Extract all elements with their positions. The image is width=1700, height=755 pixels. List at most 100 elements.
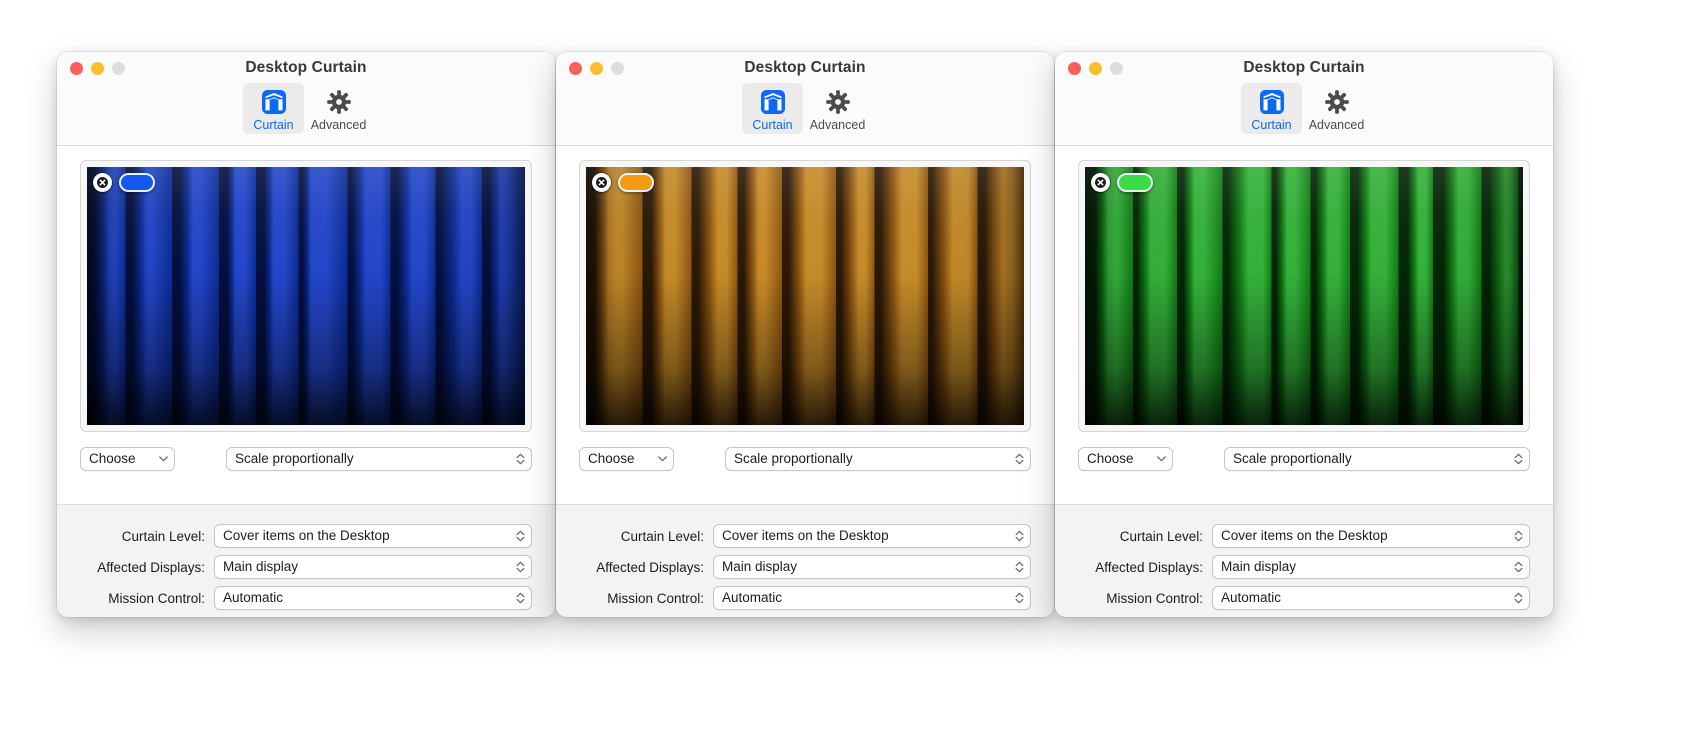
curtain-icon bbox=[1241, 87, 1302, 117]
curtain-pane: Choose Scale proportionally bbox=[1055, 146, 1553, 504]
choose-image-label: Choose bbox=[89, 451, 136, 466]
window-orange[interactable]: Desktop Curtain Curtain Advanced Choose … bbox=[556, 52, 1054, 617]
curtain-level-select[interactable]: Cover items on the Desktop bbox=[214, 524, 532, 548]
curtain-level-value: Cover items on the Desktop bbox=[1221, 528, 1388, 543]
curtain-level-row: Curtain Level: Cover items on the Deskto… bbox=[1078, 524, 1530, 548]
curtain-side-shading bbox=[586, 167, 1024, 425]
curtain-overlay-controls bbox=[592, 173, 654, 192]
choose-image-label: Choose bbox=[588, 451, 635, 466]
curtain-preview-well bbox=[80, 160, 532, 432]
tab-curtain-label: Curtain bbox=[752, 118, 793, 132]
affected-displays-select[interactable]: Main display bbox=[713, 555, 1031, 579]
affected-displays-label: Affected Displays: bbox=[596, 559, 704, 575]
affected-displays-select[interactable]: Main display bbox=[214, 555, 532, 579]
curtain-icon bbox=[243, 87, 304, 117]
mission-control-value: Automatic bbox=[1221, 590, 1282, 605]
scale-mode-select[interactable]: Scale proportionally bbox=[1224, 447, 1530, 471]
close-x-icon[interactable] bbox=[93, 173, 112, 192]
curtain-preview-well bbox=[1078, 160, 1530, 432]
curtain-level-value: Cover items on the Desktop bbox=[722, 528, 889, 543]
stepper-updown-icon bbox=[1012, 525, 1026, 547]
affected-displays-value: Main display bbox=[722, 559, 798, 574]
choose-image-button[interactable]: Choose bbox=[80, 447, 175, 471]
scale-mode-value: Scale proportionally bbox=[235, 451, 354, 466]
curtain-level-row: Curtain Level: Cover items on the Deskto… bbox=[579, 524, 1031, 548]
mission-control-label: Mission Control: bbox=[1106, 590, 1203, 606]
image-controls-row: Choose Scale proportionally bbox=[579, 447, 1031, 471]
toolbar: Curtain Advanced bbox=[57, 83, 555, 134]
curtain-color-swatch[interactable] bbox=[1117, 173, 1153, 192]
curtain-preview-well bbox=[579, 160, 1031, 432]
titlebar: Desktop Curtain Curtain Advanced bbox=[57, 52, 555, 146]
window-green[interactable]: Desktop Curtain Curtain Advanced Choose … bbox=[1055, 52, 1553, 617]
choose-image-button[interactable]: Choose bbox=[579, 447, 674, 471]
mission-control-row: Mission Control: Automatic bbox=[579, 586, 1031, 610]
tab-curtain[interactable]: Curtain bbox=[1241, 83, 1302, 134]
affected-displays-value: Main display bbox=[223, 559, 299, 574]
window-blue[interactable]: Desktop Curtain Curtain Advanced Choose … bbox=[57, 52, 555, 617]
curtain-side-shading bbox=[87, 167, 525, 425]
affected-displays-row: Affected Displays: Main display bbox=[80, 555, 532, 579]
curtain-level-row: Curtain Level: Cover items on the Deskto… bbox=[80, 524, 532, 548]
tab-advanced[interactable]: Advanced bbox=[308, 83, 369, 134]
gear-icon bbox=[1306, 87, 1367, 117]
mission-control-row: Mission Control: Automatic bbox=[1078, 586, 1530, 610]
curtain-preview-blue[interactable] bbox=[87, 167, 525, 425]
choose-image-button[interactable]: Choose bbox=[1078, 447, 1173, 471]
scale-mode-value: Scale proportionally bbox=[734, 451, 853, 466]
tab-advanced[interactable]: Advanced bbox=[807, 83, 868, 134]
scale-mode-select[interactable]: Scale proportionally bbox=[725, 447, 1031, 471]
tab-curtain[interactable]: Curtain bbox=[742, 83, 803, 134]
tab-curtain-label: Curtain bbox=[253, 118, 294, 132]
affected-displays-row: Affected Displays: Main display bbox=[579, 555, 1031, 579]
toolbar: Curtain Advanced bbox=[1055, 83, 1553, 134]
close-x-icon[interactable] bbox=[1091, 173, 1110, 192]
mission-control-select[interactable]: Automatic bbox=[214, 586, 532, 610]
mission-control-select[interactable]: Automatic bbox=[1212, 586, 1530, 610]
tab-advanced[interactable]: Advanced bbox=[1306, 83, 1367, 134]
curtain-level-label: Curtain Level: bbox=[1119, 528, 1203, 544]
scale-mode-select[interactable]: Scale proportionally bbox=[226, 447, 532, 471]
stepper-updown-icon bbox=[1511, 556, 1525, 578]
mission-control-label: Mission Control: bbox=[607, 590, 704, 606]
affected-displays-label: Affected Displays: bbox=[1095, 559, 1203, 575]
curtain-level-label: Curtain Level: bbox=[620, 528, 704, 544]
affected-displays-label: Affected Displays: bbox=[97, 559, 205, 575]
chevron-down-icon bbox=[1154, 448, 1168, 470]
affected-displays-select[interactable]: Main display bbox=[1212, 555, 1530, 579]
mission-control-value: Automatic bbox=[722, 590, 783, 605]
stepper-updown-icon bbox=[1511, 587, 1525, 609]
tab-advanced-label: Advanced bbox=[1308, 118, 1365, 132]
curtain-level-value: Cover items on the Desktop bbox=[223, 528, 390, 543]
curtain-preview-orange[interactable] bbox=[586, 167, 1024, 425]
curtain-color-swatch[interactable] bbox=[119, 173, 155, 192]
curtain-level-select[interactable]: Cover items on the Desktop bbox=[1212, 524, 1530, 548]
mission-control-row: Mission Control: Automatic bbox=[80, 586, 532, 610]
stepper-updown-icon bbox=[1511, 525, 1525, 547]
curtain-side-shading bbox=[1085, 167, 1523, 425]
stepper-updown-icon bbox=[1012, 556, 1026, 578]
affected-displays-row: Affected Displays: Main display bbox=[1078, 555, 1530, 579]
gear-icon bbox=[308, 87, 369, 117]
curtain-color-swatch[interactable] bbox=[618, 173, 654, 192]
stepper-updown-icon bbox=[513, 587, 527, 609]
toolbar: Curtain Advanced bbox=[556, 83, 1054, 134]
mission-control-select[interactable]: Automatic bbox=[713, 586, 1031, 610]
close-x-icon[interactable] bbox=[592, 173, 611, 192]
desktop-background: Desktop Curtain Curtain Advanced Choose … bbox=[0, 0, 1700, 755]
curtain-level-select[interactable]: Cover items on the Desktop bbox=[713, 524, 1031, 548]
curtain-level-label: Curtain Level: bbox=[121, 528, 205, 544]
image-controls-row: Choose Scale proportionally bbox=[80, 447, 532, 471]
tab-advanced-label: Advanced bbox=[310, 118, 367, 132]
image-controls-row: Choose Scale proportionally bbox=[1078, 447, 1530, 471]
stepper-updown-icon bbox=[1012, 587, 1026, 609]
stepper-updown-icon bbox=[513, 556, 527, 578]
tab-curtain[interactable]: Curtain bbox=[243, 83, 304, 134]
mission-control-label: Mission Control: bbox=[108, 590, 205, 606]
curtain-pane: Choose Scale proportionally bbox=[57, 146, 555, 504]
titlebar: Desktop Curtain Curtain Advanced bbox=[556, 52, 1054, 146]
titlebar: Desktop Curtain Curtain Advanced bbox=[1055, 52, 1553, 146]
curtain-preview-green[interactable] bbox=[1085, 167, 1523, 425]
stepper-updown-icon bbox=[1012, 448, 1026, 470]
chevron-down-icon bbox=[156, 448, 170, 470]
